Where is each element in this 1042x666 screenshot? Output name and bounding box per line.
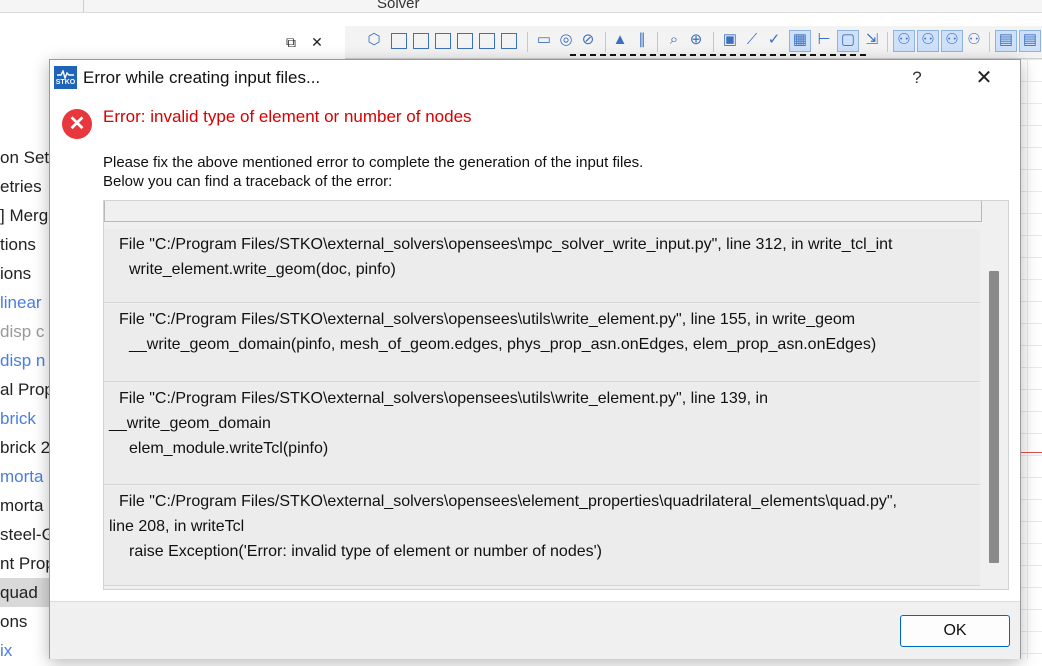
cube-bottom-icon[interactable] bbox=[501, 33, 517, 49]
restore-icon[interactable]: ⧉ bbox=[282, 34, 300, 51]
tree-item[interactable]: ] Merg bbox=[0, 201, 49, 230]
tree-item[interactable]: morta bbox=[0, 491, 49, 520]
tree-item[interactable]: ions bbox=[0, 259, 49, 288]
screen-icon[interactable]: ▣ bbox=[721, 31, 739, 49]
filter-c-icon[interactable]: ⚇ bbox=[941, 30, 963, 52]
export-icon[interactable]: ⇲ bbox=[863, 31, 881, 49]
traceback-code-line: write_element.write_geom(doc, pinfo) bbox=[129, 261, 396, 278]
traceback-item[interactable]: File "C:/Program Files/STKO\external_sol… bbox=[104, 304, 980, 382]
toolbar-separator bbox=[605, 32, 606, 52]
dialog-footer: OK bbox=[50, 601, 1020, 659]
cube-top-icon[interactable] bbox=[479, 33, 495, 49]
tree-item[interactable]: al Prop bbox=[0, 375, 49, 404]
cube-left-icon[interactable] bbox=[435, 33, 451, 49]
zoom-icon[interactable]: ⊕ bbox=[687, 31, 705, 49]
tree-item[interactable]: ons bbox=[0, 607, 49, 636]
traceback-file-line: File "C:/Program Files/STKO\external_sol… bbox=[119, 311, 856, 328]
traceback-code-line: __write_geom_domain(pinfo, mesh_of_geom.… bbox=[129, 336, 877, 353]
grid-icon[interactable]: ▦ bbox=[789, 30, 811, 52]
eye-icon[interactable]: ◎ bbox=[557, 31, 575, 49]
error-icon: ✕ bbox=[62, 109, 92, 139]
toolbar-separator bbox=[989, 32, 990, 52]
tree-item[interactable]: steel-G bbox=[0, 520, 49, 549]
traceback-code-line: raise Exception('Error: invalid type of … bbox=[129, 543, 602, 560]
iso-view-icon[interactable]: ⬡ bbox=[365, 31, 383, 49]
parallel-icon[interactable]: ∥ bbox=[633, 31, 651, 49]
traceback-code-line: elem_module.writeTcl(pinfo) bbox=[129, 440, 329, 457]
traceback-item[interactable]: File "C:/Program Files/STKO\external_sol… bbox=[104, 486, 980, 586]
error-heading: Error: invalid type of element or number… bbox=[103, 107, 472, 126]
top-bar-separator bbox=[83, 0, 84, 12]
tree-item[interactable]: on Sets bbox=[0, 143, 49, 172]
solver-tab-label[interactable]: Solver bbox=[377, 0, 420, 12]
tree-item[interactable]: morta bbox=[0, 462, 49, 491]
traceback-function-line: __write_geom_domain bbox=[109, 415, 271, 432]
axes-icon[interactable]: ⊢ bbox=[815, 31, 833, 49]
error-dialog: STKO Error while creating input files...… bbox=[49, 59, 1021, 659]
error-explanation: Please fix the above mentioned error to … bbox=[103, 153, 643, 191]
ok-button[interactable]: OK bbox=[900, 615, 1010, 647]
traceback-scrollbar-thumb[interactable] bbox=[989, 271, 999, 563]
traceback-function-line: line 208, in writeTcl bbox=[109, 518, 245, 535]
zoom-fit-icon[interactable]: ⌕ bbox=[665, 31, 683, 49]
dialog-title: Error while creating input files... bbox=[83, 68, 321, 87]
box-select-icon[interactable]: ▢ bbox=[837, 30, 859, 52]
check-icon[interactable]: ✓ bbox=[765, 31, 783, 49]
tree-item[interactable]: tions bbox=[0, 230, 49, 259]
toolbar-separator bbox=[527, 32, 528, 52]
filter-a-icon[interactable]: ⚇ bbox=[893, 30, 915, 52]
explanation-line: Please fix the above mentioned error to … bbox=[103, 154, 644, 171]
perspective-icon[interactable]: ▲ bbox=[611, 31, 629, 49]
render-b-icon[interactable]: ▤ bbox=[1019, 30, 1041, 52]
traceback-file-line: File "C:/Program Files/STKO\external_sol… bbox=[119, 236, 893, 253]
tree-item[interactable]: etries bbox=[0, 172, 49, 201]
tree-item[interactable]: nt Prop bbox=[0, 549, 49, 578]
traceback-file-line: File "C:/Program Files/STKO\external_sol… bbox=[119, 493, 897, 510]
explanation-line: Below you can find a traceback of the er… bbox=[103, 173, 393, 190]
waveform-icon bbox=[57, 70, 74, 79]
stko-app-icon: STKO bbox=[54, 66, 77, 89]
app-icon-text: STKO bbox=[55, 79, 76, 86]
frame-icon[interactable]: ▭ bbox=[535, 31, 553, 49]
tree-item[interactable]: quad bbox=[0, 578, 49, 607]
cube-right-icon[interactable] bbox=[457, 33, 473, 49]
render-a-icon[interactable]: ▤ bbox=[995, 30, 1017, 52]
viewport-red-axis bbox=[1020, 452, 1042, 453]
traceback-item[interactable]: File "C:/Program Files/STKO\external_sol… bbox=[104, 383, 980, 485]
cube-back-icon[interactable] bbox=[413, 33, 429, 49]
background-top-bar: Solver bbox=[0, 0, 1042, 13]
toolbar-separator bbox=[657, 32, 658, 52]
help-button[interactable]: ? bbox=[902, 64, 932, 92]
traceback-item[interactable]: File "C:/Program Files/STKO\external_sol… bbox=[104, 229, 980, 303]
viewport-dashed-line bbox=[570, 54, 866, 56]
tree-item[interactable]: brick bbox=[0, 404, 49, 433]
hide-icon[interactable]: ⊘ bbox=[579, 31, 597, 49]
panel-window-buttons: ⧉ ✕ bbox=[282, 34, 334, 52]
close-icon[interactable]: ✕ bbox=[308, 34, 326, 51]
tree-item[interactable]: linear bbox=[0, 288, 49, 317]
tree-item[interactable]: disp n bbox=[0, 346, 49, 375]
tree-item[interactable]: disp c bbox=[0, 317, 49, 346]
filter-b-icon[interactable]: ⚇ bbox=[917, 30, 939, 52]
model-tree: on Setsetries] Mergtionsionslineardisp c… bbox=[0, 143, 49, 665]
close-button[interactable]: ✕ bbox=[968, 64, 1000, 92]
tree-item[interactable]: ix bbox=[0, 636, 49, 665]
traceback-top-item[interactable] bbox=[104, 201, 982, 222]
dialog-content: ✕ Error: invalid type of element or numb… bbox=[50, 96, 1020, 601]
measure-icon[interactable]: ⟋ bbox=[743, 31, 761, 49]
filter-d-icon[interactable]: ⚇ bbox=[965, 31, 983, 49]
toolbar-separator bbox=[713, 32, 714, 52]
toolbar-separator bbox=[887, 32, 888, 52]
traceback-file-line: File "C:/Program Files/STKO\external_sol… bbox=[119, 390, 768, 407]
traceback-list[interactable]: File "C:/Program Files/STKO\external_sol… bbox=[103, 200, 1009, 590]
tree-item[interactable]: brick 2 bbox=[0, 433, 49, 462]
dialog-title-bar[interactable]: STKO Error while creating input files...… bbox=[50, 60, 1020, 96]
cube-front-icon[interactable] bbox=[391, 33, 407, 49]
